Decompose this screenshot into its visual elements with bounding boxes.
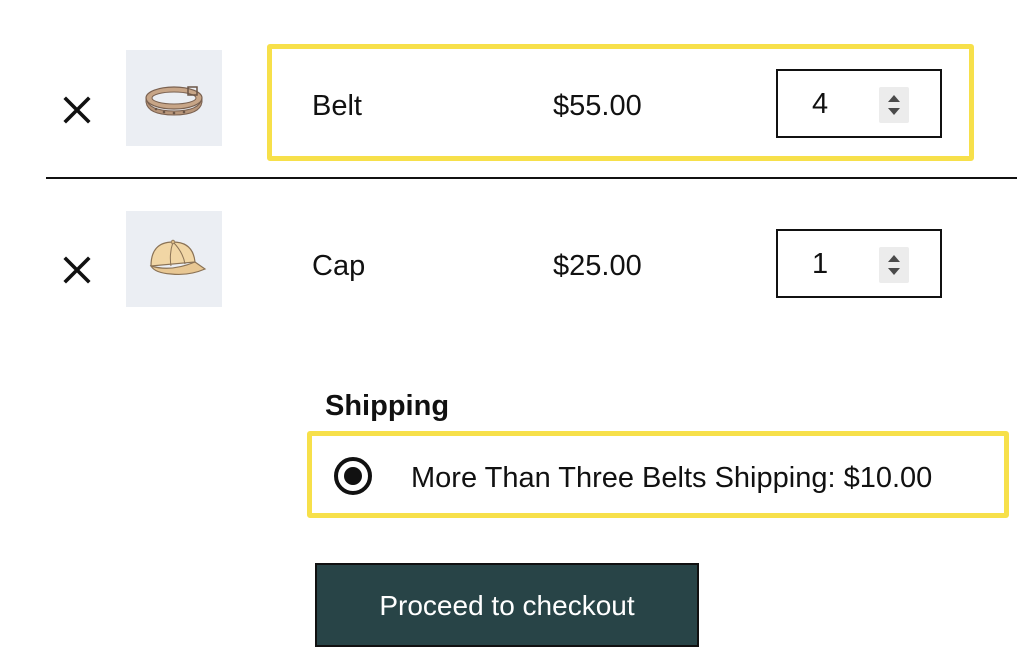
product-price: $55.00 — [553, 90, 642, 122]
belt-thumbnail-icon — [145, 86, 203, 116]
cap-thumbnail-icon — [149, 239, 207, 276]
quantity-stepper[interactable] — [776, 69, 942, 138]
stepper-arrows[interactable] — [879, 87, 909, 123]
product-name[interactable]: Cap — [312, 249, 365, 283]
shipping-radio[interactable] — [334, 457, 372, 495]
shipping-option-label[interactable]: More Than Three Belts Shipping: $10.00 — [411, 461, 932, 495]
quantity-stepper[interactable] — [776, 229, 942, 298]
shipping-heading: Shipping — [325, 390, 450, 422]
radio-selected-dot — [344, 467, 362, 485]
stepper-up-down-icon — [888, 255, 900, 275]
product-thumbnail[interactable] — [126, 211, 222, 307]
quantity-input[interactable] — [812, 247, 872, 281]
product-price: $25.00 — [553, 250, 642, 282]
row-divider — [46, 177, 1017, 179]
close-icon — [63, 96, 91, 124]
remove-item-button[interactable] — [55, 248, 99, 292]
close-icon — [63, 256, 91, 284]
product-name[interactable]: Belt — [312, 89, 362, 123]
proceed-to-checkout-button[interactable]: Proceed to checkout — [315, 563, 699, 647]
stepper-arrows[interactable] — [879, 247, 909, 283]
quantity-input[interactable] — [812, 87, 872, 121]
product-thumbnail[interactable] — [126, 50, 222, 146]
stepper-up-down-icon — [888, 95, 900, 115]
remove-item-button[interactable] — [55, 88, 99, 132]
